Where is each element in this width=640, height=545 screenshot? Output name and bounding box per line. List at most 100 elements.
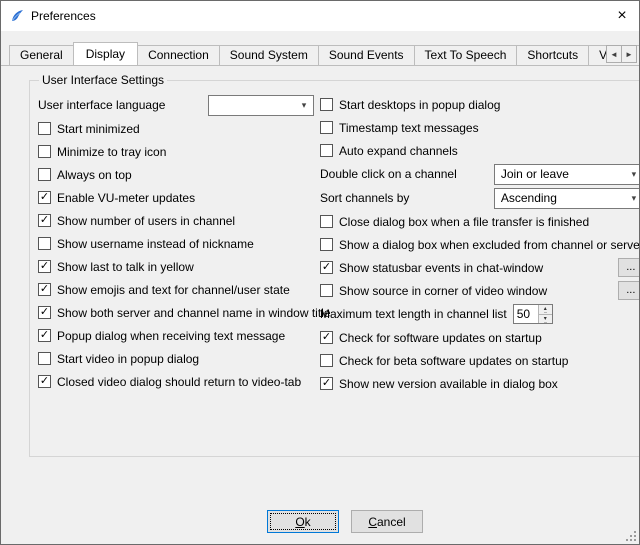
check-icon: ✓: [40, 192, 49, 203]
checkbox-box[interactable]: ✓: [38, 329, 51, 342]
checkbox-label: Show number of users in channel: [57, 214, 235, 228]
resize-grip[interactable]: [625, 530, 637, 542]
left-column: User interface language ▾ ✓ Start minimi…: [38, 93, 314, 395]
checkbox-label: Closed video dialog should return to vid…: [57, 375, 301, 389]
tab-connection[interactable]: Connection: [137, 45, 220, 65]
arrow-left-icon: ◄: [610, 50, 618, 59]
checkbox-popup-text-message[interactable]: ✓ Popup dialog when receiving text messa…: [38, 324, 314, 347]
checkbox-video-popup[interactable]: ✓ Start video in popup dialog: [38, 347, 314, 370]
checkbox-box[interactable]: ✓: [38, 237, 51, 250]
check-icon: ✓: [40, 307, 49, 318]
checkbox-box[interactable]: ✓: [38, 122, 51, 135]
checkbox-box[interactable]: ✓: [320, 354, 333, 367]
video-source-browse-button[interactable]: ...: [618, 281, 640, 300]
checkbox-server-channel-title[interactable]: ✓ Show both server and channel name in w…: [38, 301, 314, 324]
sort-channels-combo[interactable]: Ascending ▾: [494, 188, 640, 209]
tab-scroll-right-button[interactable]: ►: [621, 45, 637, 63]
double-click-combo[interactable]: Join or leave ▾: [494, 164, 640, 185]
checkbox-box[interactable]: ✓: [320, 144, 333, 157]
checkbox-auto-expand-channels[interactable]: ✓ Auto expand channels: [320, 139, 640, 162]
tab-shortcuts[interactable]: Shortcuts: [516, 45, 589, 65]
close-icon: ×: [617, 8, 626, 24]
group-title: User Interface Settings: [39, 73, 167, 87]
window-title: Preferences: [31, 9, 639, 23]
cancel-button[interactable]: Cancel: [351, 510, 423, 533]
checkbox-show-username[interactable]: ✓ Show username instead of nickname: [38, 232, 314, 255]
checkbox-label: Show new version available in dialog box: [339, 377, 558, 391]
checkbox-emojis-text-state[interactable]: ✓ Show emojis and text for channel/user …: [38, 278, 314, 301]
close-button[interactable]: ×: [605, 1, 639, 30]
checkbox-new-version-dialog[interactable]: ✓ Show new version available in dialog b…: [320, 372, 640, 395]
user-interface-settings-group: User Interface Settings User interface l…: [29, 73, 640, 457]
statusbar-events-browse-button[interactable]: ...: [618, 258, 640, 277]
combo-value: Ascending: [501, 191, 625, 205]
checkbox-check-beta-updates[interactable]: ✓ Check for beta software updates on sta…: [320, 349, 640, 372]
checkbox-box[interactable]: ✓: [38, 306, 51, 319]
checkbox-box[interactable]: ✓: [38, 260, 51, 273]
checkbox-box[interactable]: ✓: [320, 215, 333, 228]
checkbox-box[interactable]: ✓: [38, 168, 51, 181]
checkbox-always-on-top[interactable]: ✓ Always on top: [38, 163, 314, 186]
checkbox-start-minimized[interactable]: ✓ Start minimized: [38, 117, 314, 140]
checkbox-box[interactable]: ✓: [320, 121, 333, 134]
checkbox-box[interactable]: ✓: [320, 377, 333, 390]
button-row: Ok Cancel: [26, 510, 640, 533]
double-click-label: Double click on a channel: [320, 167, 457, 181]
checkbox-label: Check for beta software updates on start…: [339, 354, 568, 368]
checkbox-check-updates[interactable]: ✓ Check for software updates on startup: [320, 326, 640, 349]
check-icon: ✓: [40, 330, 49, 341]
checkbox-box[interactable]: ✓: [320, 238, 333, 251]
spin-down-button[interactable]: ▾: [539, 315, 552, 324]
checkbox-timestamp-messages[interactable]: ✓ Timestamp text messages: [320, 116, 640, 139]
checkbox-label: Auto expand channels: [339, 144, 458, 158]
ok-button[interactable]: Ok: [267, 510, 339, 533]
arrow-up-icon: ▴: [544, 306, 547, 313]
checkbox-box[interactable]: ✓: [38, 191, 51, 204]
chevron-down-icon: ▾: [625, 169, 640, 180]
checkbox-label: Start video in popup dialog: [57, 352, 199, 366]
check-icon: ✓: [322, 332, 331, 343]
checkbox-box[interactable]: ✓: [38, 214, 51, 227]
checkbox-box[interactable]: ✓: [38, 283, 51, 296]
combo-value: Join or leave: [501, 167, 625, 181]
checkbox-statusbar-events-row: ✓ Show statusbar events in chat-window .…: [320, 256, 640, 279]
checkbox-box[interactable]: ✓: [320, 284, 333, 297]
spin-up-button[interactable]: ▴: [539, 305, 552, 315]
language-label: User interface language: [38, 98, 165, 112]
title-bar[interactable]: Preferences ×: [1, 1, 639, 31]
chevron-down-icon: ▾: [295, 100, 313, 111]
checkbox-box[interactable]: ✓: [320, 261, 333, 274]
right-column: ✓ Start desktops in popup dialog ✓ Times…: [320, 93, 640, 395]
checkbox-excluded-dialog[interactable]: ✓ Show a dialog box when excluded from c…: [320, 233, 640, 256]
checkbox-box[interactable]: ✓: [320, 98, 333, 111]
tab-scroller: ◄ ►: [606, 45, 637, 63]
checkbox-minimize-to-tray[interactable]: ✓ Minimize to tray icon: [38, 140, 314, 163]
arrow-right-icon: ►: [625, 50, 633, 59]
checkbox-vu-meter-updates[interactable]: ✓ Enable VU-meter updates: [38, 186, 314, 209]
checkbox-label: Timestamp text messages: [339, 121, 479, 135]
checkbox-label: Popup dialog when receiving text message: [57, 329, 285, 343]
checkbox-box[interactable]: ✓: [38, 375, 51, 388]
tab-scroll-left-button[interactable]: ◄: [606, 45, 622, 63]
sort-channels-label: Sort channels by: [320, 191, 409, 205]
double-click-row: Double click on a channel Join or leave …: [320, 162, 640, 186]
tab-general[interactable]: General: [9, 45, 74, 65]
checkbox-desktops-popup[interactable]: ✓ Start desktops in popup dialog: [320, 93, 640, 116]
checkbox-label: Show both server and channel name in win…: [57, 306, 331, 320]
tab-sound-system[interactable]: Sound System: [219, 45, 319, 65]
checkbox-box[interactable]: ✓: [320, 331, 333, 344]
max-text-length-spinner[interactable]: 50 ▴ ▾: [513, 304, 553, 324]
language-combo[interactable]: ▾: [208, 95, 314, 116]
tab-sound-events[interactable]: Sound Events: [318, 45, 415, 65]
tab-display[interactable]: Display: [73, 42, 138, 66]
checkbox-last-talk-yellow[interactable]: ✓ Show last to talk in yellow: [38, 255, 314, 278]
checkbox-label: Show last to talk in yellow: [57, 260, 194, 274]
language-row: User interface language ▾: [38, 93, 314, 117]
checkbox-video-return-tab[interactable]: ✓ Closed video dialog should return to v…: [38, 370, 314, 393]
checkbox-box[interactable]: ✓: [38, 352, 51, 365]
checkbox-show-user-count[interactable]: ✓ Show number of users in channel: [38, 209, 314, 232]
check-icon: ✓: [40, 261, 49, 272]
tab-text-to-speech[interactable]: Text To Speech: [414, 45, 518, 65]
checkbox-box[interactable]: ✓: [38, 145, 51, 158]
checkbox-close-on-transfer[interactable]: ✓ Close dialog box when a file transfer …: [320, 210, 640, 233]
